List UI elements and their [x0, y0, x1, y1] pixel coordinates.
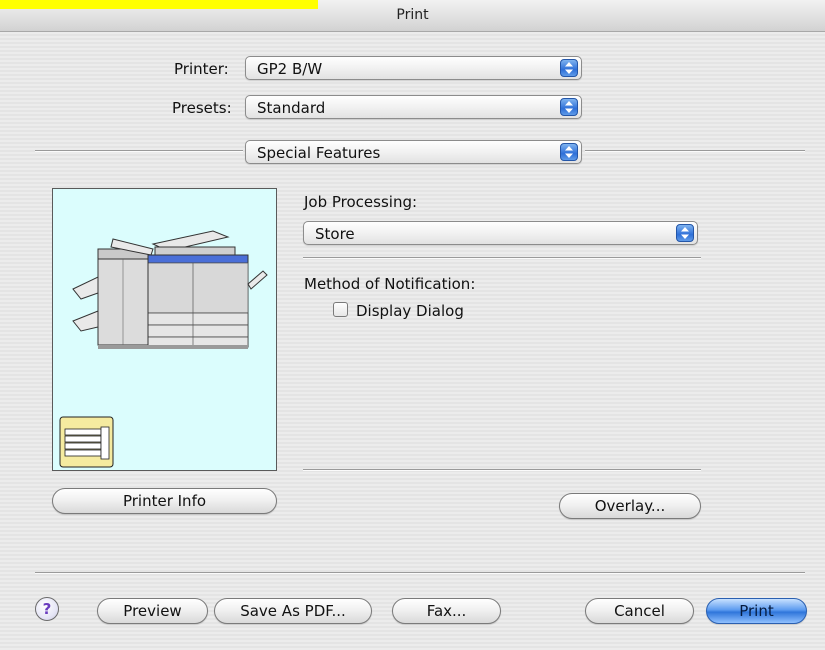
- notification-label: Method of Notification:: [304, 275, 476, 293]
- printer-preview-panel: [52, 188, 277, 471]
- print-button[interactable]: Print: [706, 598, 807, 624]
- display-dialog-label[interactable]: Display Dialog: [356, 302, 464, 320]
- printer-info-button[interactable]: Printer Info: [52, 488, 277, 514]
- panel-popup[interactable]: Special Features: [245, 140, 582, 164]
- save-as-pdf-button[interactable]: Save As PDF...: [214, 598, 372, 624]
- printer-popup-value: GP2 B/W: [257, 60, 323, 78]
- preview-button[interactable]: Preview: [97, 598, 208, 624]
- job-separator: [303, 257, 701, 259]
- fax-button[interactable]: Fax...: [392, 598, 501, 624]
- cancel-button[interactable]: Cancel: [585, 598, 694, 624]
- options-bottom-separator: [303, 469, 701, 471]
- panel-separator-left: [35, 150, 243, 152]
- updown-arrows-icon: [676, 224, 694, 242]
- job-processing-popup-value: Store: [315, 225, 355, 243]
- help-icon[interactable]: ?: [35, 597, 59, 621]
- job-processing-popup[interactable]: Store: [303, 221, 698, 245]
- copier-printer-illustration: [59, 230, 268, 468]
- printer-popup[interactable]: GP2 B/W: [245, 56, 582, 80]
- printer-label: Printer:: [174, 60, 229, 78]
- presets-label: Presets:: [172, 99, 232, 117]
- yellow-highlight-overlay: [0, 0, 318, 9]
- job-processing-label: Job Processing:: [304, 193, 418, 211]
- panel-separator-right: [585, 150, 805, 152]
- updown-arrows-icon: [560, 143, 578, 161]
- overlay-button[interactable]: Overlay...: [559, 493, 701, 519]
- updown-arrows-icon: [560, 98, 578, 116]
- window-title: Print: [396, 7, 429, 23]
- presets-popup[interactable]: Standard: [245, 95, 582, 119]
- display-dialog-checkbox[interactable]: [333, 302, 348, 317]
- panel-popup-value: Special Features: [257, 144, 381, 162]
- updown-arrows-icon: [560, 59, 578, 77]
- presets-popup-value: Standard: [257, 99, 326, 117]
- bottom-separator: [35, 572, 805, 574]
- paper-stack-icon: [59, 416, 114, 468]
